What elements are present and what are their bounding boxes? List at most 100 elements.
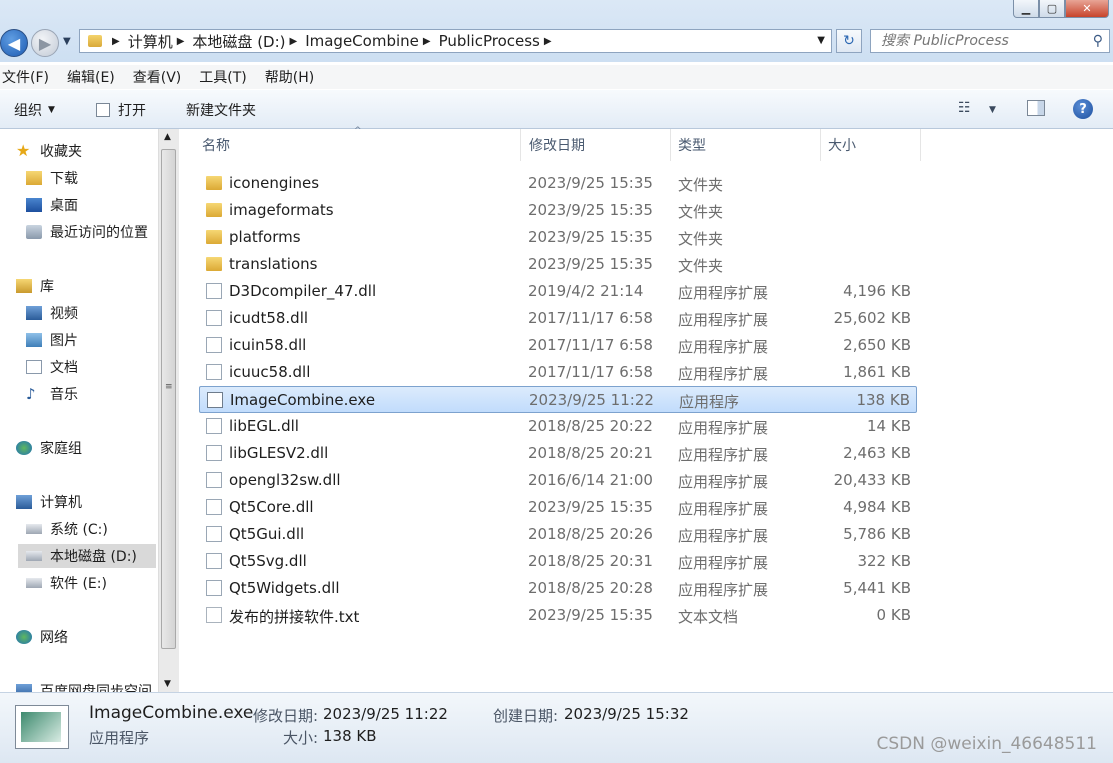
maximize-button[interactable]: ▢ — [1039, 0, 1065, 18]
address-bar[interactable]: ▶ 计算机 ▶ 本地磁盘 (D:) ▶ ImageCombine ▶ Publi… — [79, 29, 832, 53]
sidebar-item-desktop[interactable]: 桌面 — [26, 193, 78, 217]
music-icon: ♪ — [26, 385, 36, 403]
dll-icon — [206, 526, 222, 542]
file-row[interactable]: ImageCombine.exe 2023/9/25 11:22 应用程序 138 K… — [199, 386, 917, 413]
chevron-right-icon[interactable]: ▶ — [423, 36, 431, 47]
column-header-name[interactable]: 名称 — [180, 129, 521, 161]
breadcrumb-imagecombine[interactable]: ImageCombine — [305, 32, 419, 50]
organize-button[interactable]: 组织 ▼ — [14, 100, 55, 120]
help-icon: ? — [1079, 101, 1087, 117]
file-row[interactable]: imageformats 2023/9/25 15:35 文件夹 — [199, 197, 917, 224]
sidebar-item-network[interactable]: 网络 — [16, 625, 68, 649]
address-dropdown-icon[interactable]: ▼ — [817, 35, 825, 46]
view-options-button[interactable]: ☷ ▼ — [958, 100, 996, 116]
file-name: icudt58.dll — [229, 309, 309, 327]
chevron-right-icon[interactable]: ▶ — [544, 36, 552, 47]
sidebar-item-pictures[interactable]: 图片 — [26, 328, 78, 352]
file-type: 应用程序扩展 — [678, 527, 769, 545]
file-size: 0 KB — [876, 606, 911, 624]
recent-pages-dropdown[interactable]: ▼ — [63, 36, 71, 47]
file-row[interactable]: translations 2023/9/25 15:35 文件夹 — [199, 251, 917, 278]
chevron-right-icon[interactable]: ▶ — [177, 36, 185, 47]
sidebar-item-homegroup[interactable]: 家庭组 — [16, 436, 82, 460]
search-box[interactable]: ⚲ — [870, 29, 1110, 53]
breadcrumb-publicprocess[interactable]: PublicProcess — [439, 32, 540, 50]
file-row[interactable]: Qt5Core.dll 2023/9/25 15:35 应用程序扩展 4,984 KB — [199, 494, 917, 521]
window-controls: ▁ ▢ ✕ — [1013, 0, 1109, 18]
open-button[interactable]: 打开 — [96, 100, 146, 120]
file-type: 应用程序扩展 — [678, 365, 769, 383]
forward-button[interactable]: ▶ — [31, 29, 59, 57]
breadcrumb-computer[interactable]: 计算机 — [128, 31, 173, 52]
file-row[interactable]: Qt5Gui.dll 2018/8/25 20:26 应用程序扩展 5,786 KB — [199, 521, 917, 548]
preview-pane-button[interactable] — [1027, 100, 1045, 116]
help-button[interactable]: ? — [1073, 99, 1093, 119]
column-header-date[interactable]: 修改日期 — [521, 129, 671, 161]
menu-tools[interactable]: 工具(T) — [197, 67, 254, 87]
sidebar-item-downloads[interactable]: 下载 — [26, 166, 78, 190]
sidebar-item-favorites[interactable]: ★ 收藏夹 — [16, 139, 82, 163]
sidebar-item-videos[interactable]: 视频 — [26, 301, 78, 325]
file-type: 文件夹 — [678, 176, 724, 194]
search-input[interactable] — [879, 32, 1083, 50]
menu-view[interactable]: 查看(V) — [131, 67, 190, 87]
close-button[interactable]: ✕ — [1065, 0, 1109, 18]
sidebar-item-documents[interactable]: 文档 — [26, 355, 78, 379]
search-icon[interactable]: ⚲ — [1093, 33, 1103, 49]
exe-icon — [21, 712, 61, 742]
chevron-right-icon[interactable]: ▶ — [112, 36, 120, 47]
menu-edit[interactable]: 编辑(E) — [65, 67, 123, 87]
sidebar-item-drive-d[interactable]: 本地磁盘 (D:) — [18, 544, 156, 568]
file-row[interactable]: 发布的拼接软件.txt 2023/9/25 15:35 文本文档 0 KB — [199, 602, 917, 629]
file-row[interactable]: iconengines 2023/9/25 15:35 文件夹 — [199, 170, 917, 197]
scroll-thumb[interactable]: ≡ — [161, 149, 176, 649]
file-date: 2017/11/17 6:58 — [528, 309, 653, 327]
file-name: translations — [229, 255, 318, 273]
sidebar-item-drive-e[interactable]: 软件 (E:) — [26, 571, 107, 595]
computer-icon — [16, 495, 32, 509]
sidebar-item-computer[interactable]: 计算机 — [16, 490, 82, 514]
library-icon — [16, 279, 32, 293]
system-drive-icon — [26, 524, 42, 534]
file-row[interactable]: libEGL.dll 2018/8/25 20:22 应用程序扩展 14 KB — [199, 413, 917, 440]
menu-file[interactable]: 文件(F) — [0, 67, 57, 87]
refresh-button[interactable]: ↻ — [836, 29, 862, 53]
file-size: 14 KB — [867, 417, 911, 435]
file-type: 应用程序扩展 — [678, 581, 769, 599]
breadcrumb-drive-d[interactable]: 本地磁盘 (D:) — [192, 31, 285, 52]
column-header-type[interactable]: 类型 — [671, 129, 821, 161]
minimize-button[interactable]: ▁ — [1013, 0, 1039, 18]
chevron-right-icon[interactable]: ▶ — [290, 36, 298, 47]
sidebar-item-drive-c[interactable]: 系统 (C:) — [26, 517, 108, 541]
desktop-icon — [26, 198, 42, 212]
sidebar-item-music[interactable]: ♪ 音乐 — [26, 382, 78, 406]
file-type: 文本文档 — [678, 608, 739, 626]
new-folder-button[interactable]: 新建文件夹 — [186, 100, 256, 120]
file-date: 2023/9/25 15:35 — [528, 174, 653, 192]
arrow-left-icon: ◀ — [7, 33, 21, 53]
sidebar-item-label: 库 — [40, 279, 54, 295]
file-row[interactable]: opengl32sw.dll 2016/6/14 21:00 应用程序扩展 20,43… — [199, 467, 917, 494]
file-date: 2018/8/25 20:31 — [528, 552, 653, 570]
file-row[interactable]: icuin58.dll 2017/11/17 6:58 应用程序扩展 2,650 KB — [199, 332, 917, 359]
file-row[interactable]: Qt5Svg.dll 2018/8/25 20:31 应用程序扩展 322 KB — [199, 548, 917, 575]
file-row[interactable]: icudt58.dll 2017/11/17 6:58 应用程序扩展 25,602 K… — [199, 305, 917, 332]
sidebar-scrollbar[interactable]: ▲ ≡ ▼ — [158, 129, 179, 692]
file-date: 2023/9/25 15:35 — [528, 606, 653, 624]
file-row[interactable]: D3Dcompiler_47.dll 2019/4/2 21:14 应用程序扩展 4,… — [199, 278, 917, 305]
sidebar-item-recent[interactable]: 最近访问的位置 — [26, 220, 148, 244]
scroll-up-icon[interactable]: ▲ — [164, 132, 171, 142]
column-header-size[interactable]: 大小 — [821, 129, 921, 161]
menu-help[interactable]: 帮助(H) — [263, 67, 322, 87]
sidebar-item-library[interactable]: 库 — [16, 274, 54, 298]
sidebar-item-baidu[interactable]: 百度网盘同步空间 — [16, 679, 152, 692]
details-created-value: 2023/9/25 15:32 — [564, 705, 689, 723]
file-row[interactable]: libGLESV2.dll 2018/8/25 20:21 应用程序扩展 2,463 … — [199, 440, 917, 467]
dll-icon — [206, 445, 222, 461]
file-row[interactable]: platforms 2023/9/25 15:35 文件夹 — [199, 224, 917, 251]
file-date: 2019/4/2 21:14 — [528, 282, 644, 300]
file-row[interactable]: Qt5Widgets.dll 2018/8/25 20:28 应用程序扩展 5,441… — [199, 575, 917, 602]
file-row[interactable]: icuuc58.dll 2017/11/17 6:58 应用程序扩展 1,861 KB — [199, 359, 917, 386]
back-button[interactable]: ◀ — [0, 29, 28, 57]
scroll-down-icon[interactable]: ▼ — [164, 679, 171, 689]
